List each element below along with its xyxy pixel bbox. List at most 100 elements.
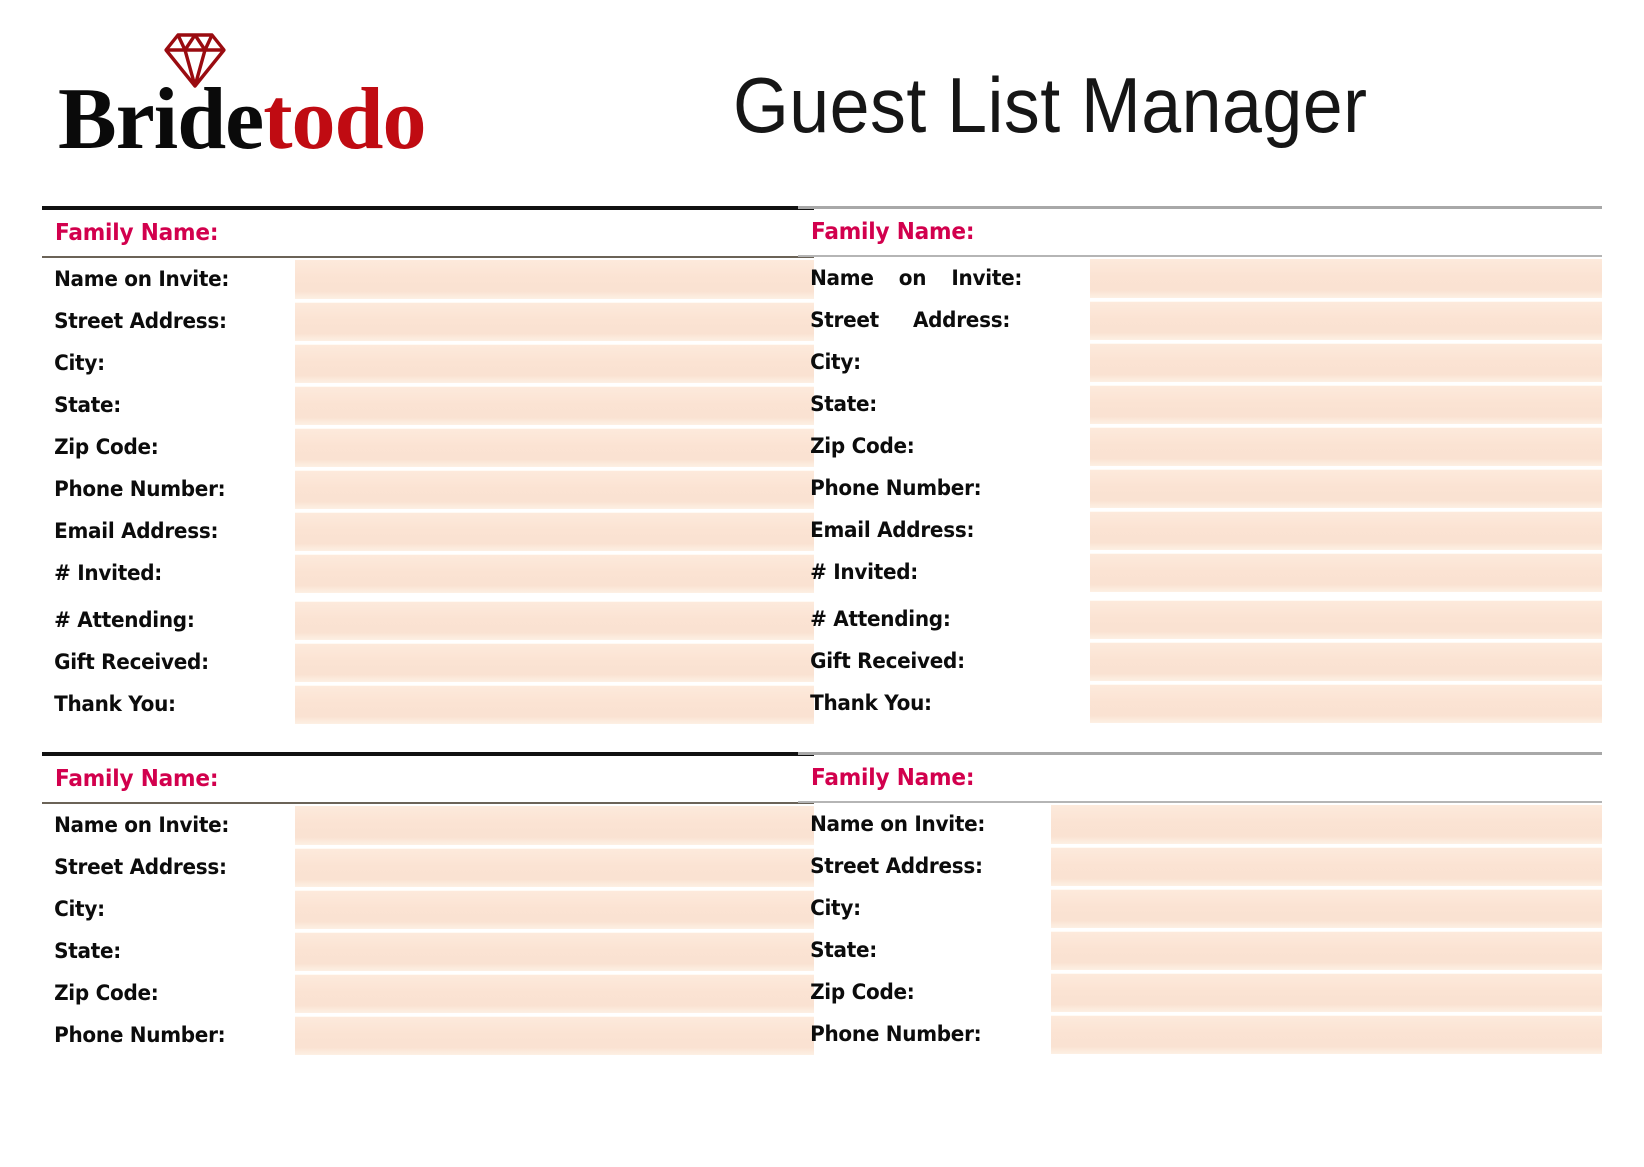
field-row: # Attending:: [42, 599, 814, 641]
field-row: Zip Code:: [798, 425, 1602, 467]
field-label-num-attending: # Attending:: [54, 607, 195, 633]
field-label-street-address: Street Address:: [54, 854, 227, 880]
field-row: Gift Received:: [42, 641, 814, 683]
field-row: Zip Code:: [42, 972, 814, 1014]
field-input-city[interactable]: [295, 343, 814, 383]
field-row: State:: [798, 383, 1602, 425]
field-input-gift-received[interactable]: [1090, 641, 1602, 681]
logo-word-todo: todo: [263, 71, 426, 168]
family-name-header[interactable]: Family Name:: [42, 210, 814, 256]
field-label-city: City:: [54, 896, 105, 922]
field-input-email-address[interactable]: [1090, 510, 1602, 550]
field-input-name-on-invite[interactable]: [295, 805, 814, 845]
field-label-num-invited: # Invited:: [54, 560, 163, 586]
field-label-num-attending: # Attending:: [810, 606, 951, 632]
field-input-num-attending[interactable]: [295, 600, 814, 640]
field-label-street-address: Street Address:: [810, 853, 983, 879]
field-input-thank-you[interactable]: [295, 684, 814, 724]
family-name-header[interactable]: Family Name:: [798, 209, 1602, 255]
field-list: Name on Invite: Street Address: City: St…: [798, 257, 1602, 724]
field-row: Email Address:: [42, 510, 814, 552]
field-row: Thank You:: [42, 683, 814, 725]
field-label-email-address: Email Address:: [810, 517, 975, 543]
field-input-phone-number[interactable]: [1090, 468, 1602, 508]
guest-card-1: Family Name: Name on Invite: Street Addr…: [42, 206, 814, 725]
field-row: Zip Code:: [42, 426, 814, 468]
family-name-label: Family Name:: [811, 219, 975, 245]
field-list: Name on Invite: Street Address: City: St…: [798, 803, 1602, 1055]
field-label-thank-you: Thank You:: [54, 691, 176, 717]
field-input-street-address[interactable]: [1051, 846, 1602, 886]
field-row: Zip Code:: [798, 971, 1602, 1013]
field-label-name-on-invite: Name on Invite:: [54, 812, 230, 838]
field-input-zip-code[interactable]: [295, 973, 814, 1013]
field-input-name-on-invite[interactable]: [1090, 258, 1602, 298]
field-input-street-address[interactable]: [1090, 300, 1602, 340]
field-row: State:: [798, 929, 1602, 971]
field-label-thank-you: Thank You:: [810, 690, 932, 716]
logo-word-bride: Bride: [58, 71, 264, 168]
guest-card-3: Family Name: Name on Invite: Street Addr…: [42, 752, 814, 1056]
logo-wordmark: Bridetodo: [58, 71, 426, 168]
field-label-phone-number: Phone Number:: [810, 475, 982, 501]
field-label-street-address: Street Address:: [54, 308, 227, 334]
field-input-state[interactable]: [295, 931, 814, 971]
field-row: Street Address:: [42, 300, 814, 342]
guest-card-2: Family Name: Name on Invite: Street Addr…: [798, 206, 1602, 724]
field-input-name-on-invite[interactable]: [295, 259, 814, 299]
field-input-city[interactable]: [1051, 888, 1602, 928]
field-row: Name on Invite:: [798, 257, 1602, 299]
field-row: Email Address:: [798, 509, 1602, 551]
field-input-state[interactable]: [1090, 384, 1602, 424]
field-input-email-address[interactable]: [295, 511, 814, 551]
field-list: Name on Invite: Street Address: City: St…: [42, 804, 814, 1056]
field-label-name-on-invite: Name on Invite:: [54, 266, 230, 292]
field-label-street-address: Street Address:: [810, 307, 1011, 333]
field-label-phone-number: Phone Number:: [810, 1021, 982, 1047]
field-input-gift-received[interactable]: [295, 642, 814, 682]
family-name-header[interactable]: Family Name:: [798, 755, 1602, 801]
family-name-header[interactable]: Family Name:: [42, 756, 814, 802]
field-label-phone-number: Phone Number:: [54, 476, 226, 502]
field-input-phone-number[interactable]: [1051, 1014, 1602, 1054]
field-label-city: City:: [54, 350, 105, 376]
field-label-state: State:: [54, 938, 121, 964]
field-input-num-invited[interactable]: [1090, 552, 1602, 592]
field-row: Gift Received:: [798, 640, 1602, 682]
field-row: City:: [42, 342, 814, 384]
field-label-zip-code: Zip Code:: [54, 980, 159, 1006]
field-row: Name on Invite:: [42, 804, 814, 846]
field-label-state: State:: [810, 937, 877, 963]
field-row: City:: [42, 888, 814, 930]
field-input-zip-code[interactable]: [1051, 972, 1602, 1012]
field-input-thank-you[interactable]: [1090, 683, 1602, 723]
page-title: Guest List Manager: [733, 61, 1368, 149]
bridetodo-logo: Bridetodo: [58, 28, 578, 168]
field-row: Name on Invite:: [798, 803, 1602, 845]
field-input-street-address[interactable]: [295, 301, 814, 341]
field-input-city[interactable]: [1090, 342, 1602, 382]
field-row: Name on Invite:: [42, 258, 814, 300]
guest-card-4: Family Name: Name on Invite: Street Addr…: [798, 752, 1602, 1055]
field-input-phone-number[interactable]: [295, 1015, 814, 1055]
field-row: Street Address:: [798, 845, 1602, 887]
field-input-num-attending[interactable]: [1090, 599, 1602, 639]
field-input-state[interactable]: [295, 385, 814, 425]
field-input-zip-code[interactable]: [295, 427, 814, 467]
field-label-zip-code: Zip Code:: [810, 979, 915, 1005]
field-label-state: State:: [810, 391, 877, 417]
field-input-phone-number[interactable]: [295, 469, 814, 509]
field-row: State:: [42, 384, 814, 426]
field-label-zip-code: Zip Code:: [54, 434, 159, 460]
field-input-city[interactable]: [295, 889, 814, 929]
field-label-phone-number: Phone Number:: [54, 1022, 226, 1048]
field-input-num-invited[interactable]: [295, 553, 814, 593]
field-input-name-on-invite[interactable]: [1051, 804, 1602, 844]
field-input-street-address[interactable]: [295, 847, 814, 887]
field-input-state[interactable]: [1051, 930, 1602, 970]
field-input-zip-code[interactable]: [1090, 426, 1602, 466]
field-label-name-on-invite: Name on Invite:: [810, 265, 1023, 291]
field-label-zip-code: Zip Code:: [810, 433, 915, 459]
field-label-gift-received: Gift Received:: [810, 648, 965, 674]
field-label-state: State:: [54, 392, 121, 418]
